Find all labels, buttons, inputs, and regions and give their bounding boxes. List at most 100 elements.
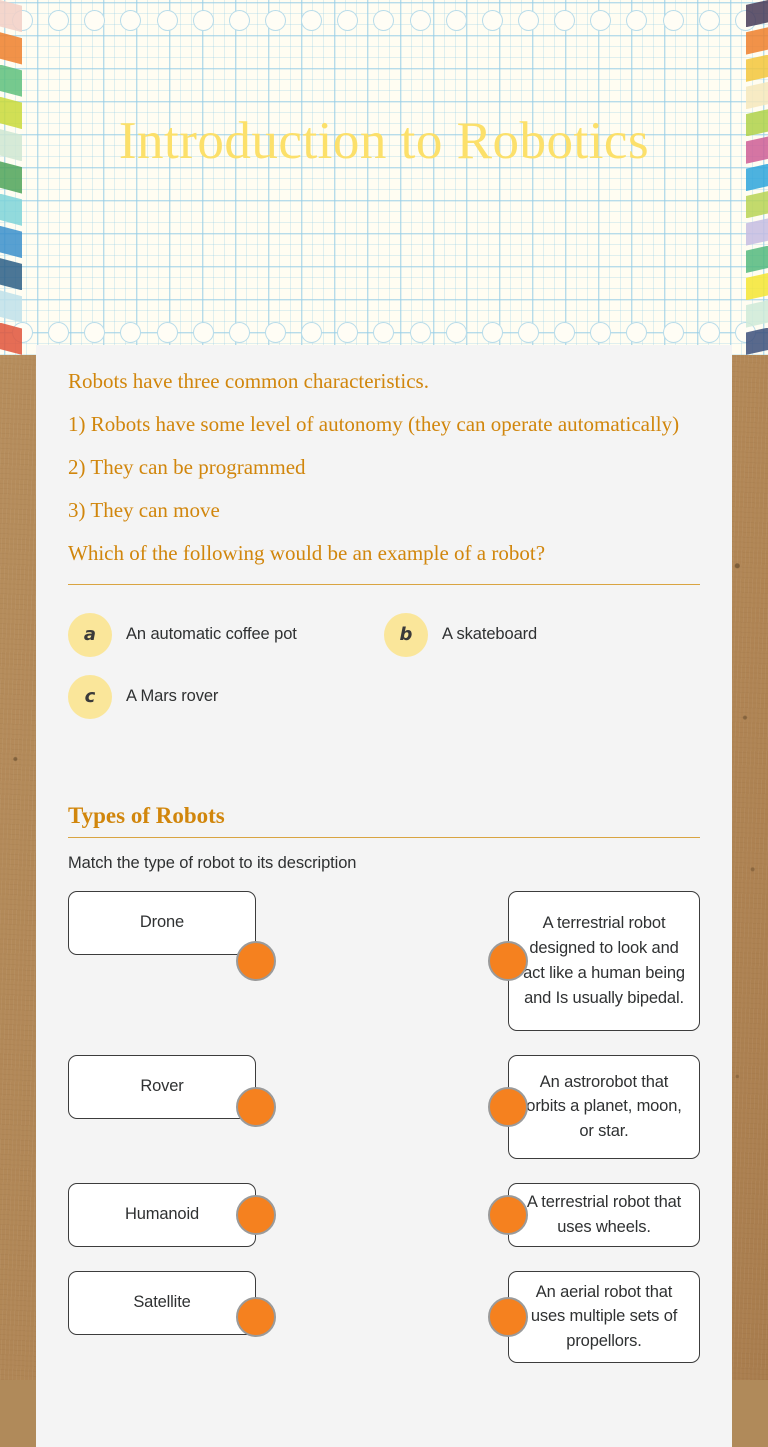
punch-hole-icon — [192, 322, 214, 343]
punch-hole-icon — [554, 322, 576, 343]
prompt-question: Which of the following would be an examp… — [68, 540, 546, 565]
color-strip-segment — [0, 64, 22, 97]
punch-hole-icon — [84, 10, 106, 31]
punch-hole-icon — [626, 322, 648, 343]
match-description-card[interactable]: An astrorobot that orbits a planet, moon… — [508, 1054, 700, 1159]
prompt-divider — [68, 583, 700, 585]
option-label-b: A skateboard — [442, 625, 538, 644]
punch-hole-icon — [698, 10, 720, 31]
match-description-wrapper: A terrestrial robot designed to look and… — [488, 890, 700, 1031]
prompt-point-1: 1) Robots have some level of autonomy (t… — [68, 411, 680, 436]
punch-hole-icon — [337, 10, 359, 31]
match-term-card[interactable]: Satellite — [68, 1270, 256, 1335]
punch-hole-icon — [626, 10, 648, 31]
match-description-wrapper: An astrorobot that orbits a planet, moon… — [488, 1054, 700, 1159]
section-divider — [68, 836, 700, 838]
answer-option-a[interactable]: a An automatic coffee pot — [68, 607, 384, 663]
match-term-wrapper: Drone — [68, 890, 276, 1031]
answer-option-b[interactable]: b A skateboard — [384, 607, 700, 663]
match-row: Drone A terrestrial robot designed to lo… — [68, 890, 700, 1031]
color-strip-segment — [746, 0, 768, 28]
header-banner: Introduction to Robotics — [0, 0, 768, 355]
punch-hole-icon — [662, 322, 684, 343]
match-term-wrapper: Rover — [68, 1054, 276, 1159]
match-connector-dot[interactable] — [488, 940, 528, 981]
prompt-intro: Robots have three common characteristics… — [68, 369, 429, 393]
match-row: Humanoid A terrestrial robot that uses w… — [68, 1182, 700, 1247]
color-strip-segment — [0, 290, 22, 323]
color-strip-segment — [0, 258, 22, 291]
color-strip-segment — [746, 27, 768, 55]
match-connector-dot[interactable] — [236, 1194, 276, 1235]
punch-hole-icon — [120, 10, 142, 31]
match-description-card[interactable]: A terrestrial robot that uses wheels. — [508, 1182, 700, 1247]
match-connector-dot[interactable] — [236, 1086, 276, 1127]
punch-hole-icon — [301, 322, 323, 343]
color-strip-segment — [746, 327, 768, 355]
color-strip-segment — [0, 32, 22, 65]
match-term-card[interactable]: Humanoid — [68, 1182, 256, 1247]
punch-hole-icon — [590, 10, 612, 31]
color-strip-segment — [746, 218, 768, 246]
option-label-a: An automatic coffee pot — [126, 625, 297, 644]
match-term-card[interactable]: Rover — [68, 1054, 256, 1119]
punch-hole-icon — [409, 10, 431, 31]
match-description-card[interactable]: A terrestrial robot designed to look and… — [508, 890, 700, 1031]
banner-right-color-strip — [746, 0, 768, 355]
match-row: Rover An astrorobot that orbits a planet… — [68, 1054, 700, 1159]
match-term-card[interactable]: Drone — [68, 890, 256, 955]
punch-hole-icon — [517, 10, 539, 31]
match-term-wrapper: Satellite — [68, 1270, 276, 1363]
color-strip-segment — [746, 300, 768, 328]
punch-hole-icon — [698, 322, 720, 343]
color-strip-segment — [0, 225, 22, 259]
punch-hole-icon — [264, 10, 286, 31]
match-connector-dot[interactable] — [488, 1296, 528, 1337]
punch-hole-icon — [192, 10, 214, 31]
punch-hole-row-bottom — [0, 322, 768, 346]
match-row: Satellite An aerial robot that uses mult… — [68, 1270, 700, 1363]
match-description-wrapper: An aerial robot that uses multiple sets … — [488, 1270, 700, 1363]
punch-hole-icon — [481, 322, 503, 343]
punch-hole-icon — [517, 322, 539, 343]
punch-hole-icon — [662, 10, 684, 31]
punch-hole-icon — [84, 322, 106, 343]
match-description-card[interactable]: An aerial robot that uses multiple sets … — [508, 1270, 700, 1363]
match-connector-dot[interactable] — [236, 1296, 276, 1337]
punch-hole-icon — [409, 322, 431, 343]
punch-hole-icon — [445, 10, 467, 31]
color-strip-segment — [0, 0, 22, 33]
punch-hole-icon — [373, 322, 395, 343]
match-connector-dot[interactable] — [236, 940, 276, 981]
section-instruction: Match the type of robot to its descripti… — [68, 853, 357, 872]
color-strip-segment — [746, 245, 768, 273]
color-strip-segment — [0, 322, 22, 355]
punch-hole-icon — [590, 322, 612, 343]
answer-option-c[interactable]: c A Mars rover — [68, 669, 384, 725]
graph-paper-pattern — [0, 0, 768, 355]
punch-hole-icon — [48, 322, 70, 343]
punch-hole-icon — [301, 10, 323, 31]
match-connector-dot[interactable] — [488, 1086, 528, 1127]
punch-hole-icon — [156, 10, 178, 31]
punch-hole-icon — [264, 322, 286, 343]
option-letter-bubble-a[interactable]: a — [68, 612, 112, 657]
worksheet-content-panel: Robots have three common characteristics… — [36, 345, 732, 1447]
punch-hole-icon — [228, 10, 250, 31]
matching-exercise: Drone A terrestrial robot designed to lo… — [68, 890, 700, 1363]
punch-hole-icon — [373, 10, 395, 31]
match-term-wrapper: Humanoid — [68, 1182, 276, 1247]
prompt-point-2: 2) They can be programmed — [68, 454, 306, 479]
page-title: Introduction to Robotics — [118, 112, 650, 170]
color-strip-segment — [746, 54, 768, 82]
prompt-point-3: 3) They can move — [68, 497, 220, 522]
option-letter-bubble-b[interactable]: b — [384, 612, 428, 657]
punch-hole-icon — [120, 322, 142, 343]
prompt-block: Robots have three common characteristics… — [68, 367, 700, 568]
punch-hole-icon — [481, 10, 503, 31]
option-letter-bubble-c[interactable]: c — [68, 674, 112, 719]
punch-hole-icon — [554, 10, 576, 31]
punch-hole-row-top — [0, 10, 768, 34]
match-connector-dot[interactable] — [488, 1194, 528, 1235]
color-strip-segment — [746, 191, 768, 219]
